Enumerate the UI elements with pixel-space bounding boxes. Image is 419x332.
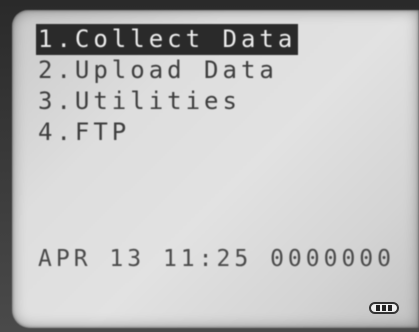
status-counter: 0000000 — [270, 246, 395, 272]
battery-icon — [369, 302, 399, 314]
main-menu: 1.Collect Data 2.Upload Data 3.Utilities… — [36, 24, 299, 148]
battery-bar — [388, 305, 392, 311]
status-date: APR 13 — [38, 246, 146, 272]
status-time: 11:25 — [162, 246, 253, 272]
menu-item-ftp[interactable]: 4.FTP — [36, 117, 298, 148]
menu-item-utilities[interactable]: 3.Utilities — [36, 86, 298, 117]
menu-item-upload-data[interactable]: 2.Upload Data — [36, 55, 298, 86]
lcd-screen: 1.Collect Data 2.Upload Data 3.Utilities… — [12, 10, 419, 328]
status-line: APR 13 11:25 0000000 — [38, 246, 395, 272]
battery-bar — [382, 305, 386, 311]
menu-item-collect-data[interactable]: 1.Collect Data — [36, 24, 299, 55]
battery-bar — [376, 305, 380, 311]
